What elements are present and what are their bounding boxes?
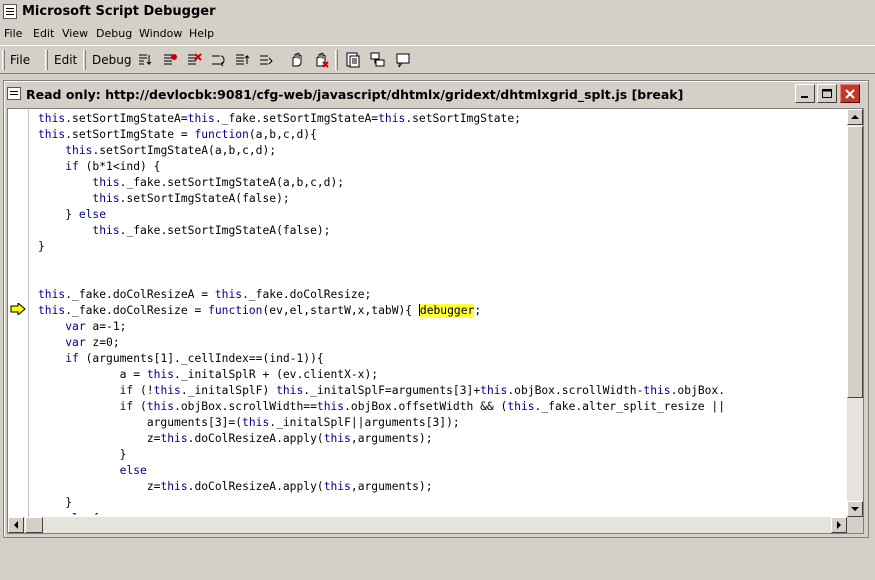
toolbar-grip[interactable] (45, 50, 48, 70)
code-line: } (38, 240, 45, 253)
current-statement-highlight: debugger (419, 304, 475, 317)
scroll-right-button[interactable] (831, 517, 847, 533)
step-over-icon[interactable] (208, 50, 228, 70)
code-line: this._fake.setSortImgStateA(a,b,c,d); (92, 176, 345, 189)
vertical-scrollbar[interactable] (847, 109, 863, 517)
code-line: if (!this._initalSplF) this._initalSplF=… (119, 384, 726, 397)
code-area[interactable]: this.setSortImgStateA=this._fake.setSort… (38, 111, 843, 515)
code-line: var z=0; (65, 336, 120, 349)
menu-file[interactable]: File (4, 27, 22, 40)
running-documents-icon[interactable] (343, 50, 363, 70)
breakpoint-gutter[interactable] (8, 109, 29, 517)
document-icon (7, 87, 21, 100)
code-line: this.setSortImgState = function(a,b,c,d)… (38, 128, 317, 141)
scroll-up-button[interactable] (847, 109, 863, 125)
code-line: z=this.doColResizeA.apply(this,arguments… (38, 432, 433, 445)
document-title: Read only: http://devlocbk:9081/cfg-web/… (26, 87, 684, 102)
toolbar-edit-label[interactable]: Edit (54, 53, 77, 67)
code-line: this.setSortImgStateA(a,b,c,d); (65, 144, 277, 157)
code-line: } (38, 448, 127, 461)
code-editor[interactable]: this.setSortImgStateA=this._fake.setSort… (7, 108, 864, 534)
step-out-icon[interactable] (232, 50, 252, 70)
scrollbar-corner (847, 517, 863, 533)
code-line: this._fake.doColResize = function(ev,el,… (38, 304, 482, 317)
code-line: this._fake.setSortImgStateA(false); (92, 224, 331, 237)
minimize-button[interactable] (795, 84, 815, 103)
code-line: this.setSortImgStateA(false); (92, 192, 290, 205)
step-into-icon[interactable] (135, 50, 155, 70)
script-window-titlebar: Read only: http://devlocbk:9081/cfg-web/… (4, 81, 868, 107)
scroll-down-button[interactable] (847, 501, 863, 517)
script-window: Read only: http://devlocbk:9081/cfg-web/… (3, 80, 869, 538)
menu-bar: File Edit View Debug Window Help (0, 25, 875, 43)
toolbar-separator (335, 50, 338, 70)
toolbar: File Edit Debug (0, 45, 875, 74)
app-title: Microsoft Script Debugger (22, 4, 216, 19)
horizontal-scrollbar[interactable] (8, 517, 847, 533)
close-button[interactable] (840, 84, 860, 103)
stop-icon[interactable] (256, 50, 276, 70)
scroll-left-button[interactable] (8, 517, 24, 533)
scroll-down-icon (851, 507, 859, 511)
code-line: var a=-1; (65, 320, 127, 333)
code-line: else (119, 464, 147, 477)
horizontal-scroll-thumb[interactable] (25, 517, 43, 533)
menu-debug[interactable]: Debug (96, 27, 132, 40)
scroll-up-icon (851, 115, 859, 119)
code-line: a = this._initalSplR + (ev.clientX-x); (38, 368, 379, 381)
code-line: if (arguments[1]._cellIndex==(ind-1)){ (65, 352, 324, 365)
app-titlebar: Microsoft Script Debugger (0, 0, 875, 24)
code-line: this.setSortImgStateA=this._fake.setSort… (38, 112, 521, 125)
maximize-button[interactable] (817, 84, 837, 103)
code-line: if (b*1<ind) { (65, 160, 161, 173)
code-line: this._fake.doColResizeA = this._fake.doC… (38, 288, 372, 301)
scroll-right-icon (837, 521, 841, 529)
menu-window[interactable]: Window (139, 27, 182, 40)
menu-help[interactable]: Help (189, 27, 214, 40)
minimize-icon (801, 95, 808, 98)
menu-view[interactable]: View (62, 27, 88, 40)
scroll-left-icon (14, 521, 18, 529)
command-window-icon[interactable] (393, 50, 413, 70)
code-line: z=this.doColResizeA.apply(this,arguments… (38, 480, 433, 493)
app-icon (3, 4, 17, 19)
code-line: else{ (38, 511, 843, 515)
current-statement-arrow-icon (10, 303, 26, 315)
breakpoint-icon[interactable] (160, 50, 180, 70)
code-line: } else (38, 208, 107, 221)
toolbar-grip[interactable] (83, 50, 86, 70)
code-line: if (this.objBox.scrollWidth==this.objBox… (119, 400, 725, 413)
break-at-next-icon[interactable] (311, 50, 331, 70)
clear-breakpoints-icon[interactable] (184, 50, 204, 70)
toolbar-grip[interactable] (2, 50, 5, 70)
call-stack-icon[interactable] (368, 50, 388, 70)
vertical-scroll-thumb[interactable] (847, 126, 863, 398)
close-icon (845, 88, 855, 99)
code-line: } (38, 496, 73, 509)
break-icon[interactable] (287, 50, 307, 70)
maximize-icon (822, 88, 832, 98)
toolbar-debug-label[interactable]: Debug (92, 53, 131, 67)
menu-edit[interactable]: Edit (33, 27, 54, 40)
toolbar-file-label[interactable]: File (10, 53, 30, 67)
code-line: arguments[3]=(this._initalSplF||argument… (38, 416, 460, 429)
